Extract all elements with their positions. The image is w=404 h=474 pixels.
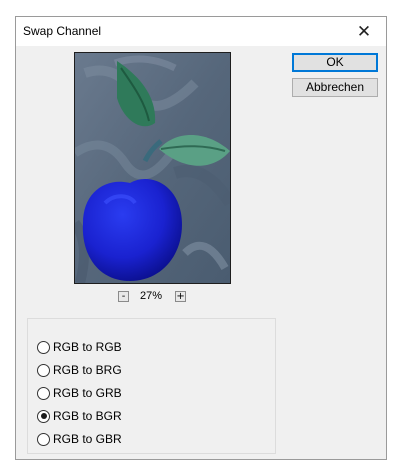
radio-button[interactable]: [37, 340, 50, 354]
option-label: RGB to BGR: [53, 409, 122, 423]
option-label: RGB to GBR: [53, 432, 122, 446]
option-label: RGB to GRB: [53, 386, 122, 400]
zoom-controls: - 27% +: [118, 289, 187, 303]
swap-channel-dialog: Swap Channel ✕ - 27% + OK Abbrechen RGB …: [15, 16, 387, 460]
close-icon[interactable]: ✕: [342, 17, 386, 46]
zoom-out-button[interactable]: -: [118, 290, 129, 302]
radio-button[interactable]: [37, 363, 50, 377]
preview-image: [74, 52, 231, 284]
option-rgb-to-grb[interactable]: RGB to GRB: [37, 386, 122, 400]
option-label: RGB to RGB: [53, 340, 122, 354]
dialog-title: Swap Channel: [23, 24, 102, 38]
radio-button[interactable]: [37, 432, 50, 446]
option-rgb-to-rgb[interactable]: RGB to RGB: [37, 340, 122, 354]
radio-button[interactable]: [37, 386, 50, 400]
option-label: RGB to BRG: [53, 363, 122, 377]
ok-button[interactable]: OK: [292, 53, 378, 72]
radio-button-selected[interactable]: [37, 409, 50, 423]
option-rgb-to-gbr[interactable]: RGB to GBR: [37, 432, 122, 446]
title-bar: Swap Channel ✕: [16, 17, 386, 46]
zoom-level: 27%: [140, 290, 163, 302]
zoom-in-button[interactable]: +: [175, 290, 187, 302]
cancel-button[interactable]: Abbrechen: [292, 78, 378, 97]
option-rgb-to-bgr[interactable]: RGB to BGR: [37, 409, 122, 423]
channel-options-group: RGB to RGB RGB to BRG RGB to GRB RGB to …: [27, 318, 276, 454]
option-rgb-to-brg[interactable]: RGB to BRG: [37, 363, 122, 377]
